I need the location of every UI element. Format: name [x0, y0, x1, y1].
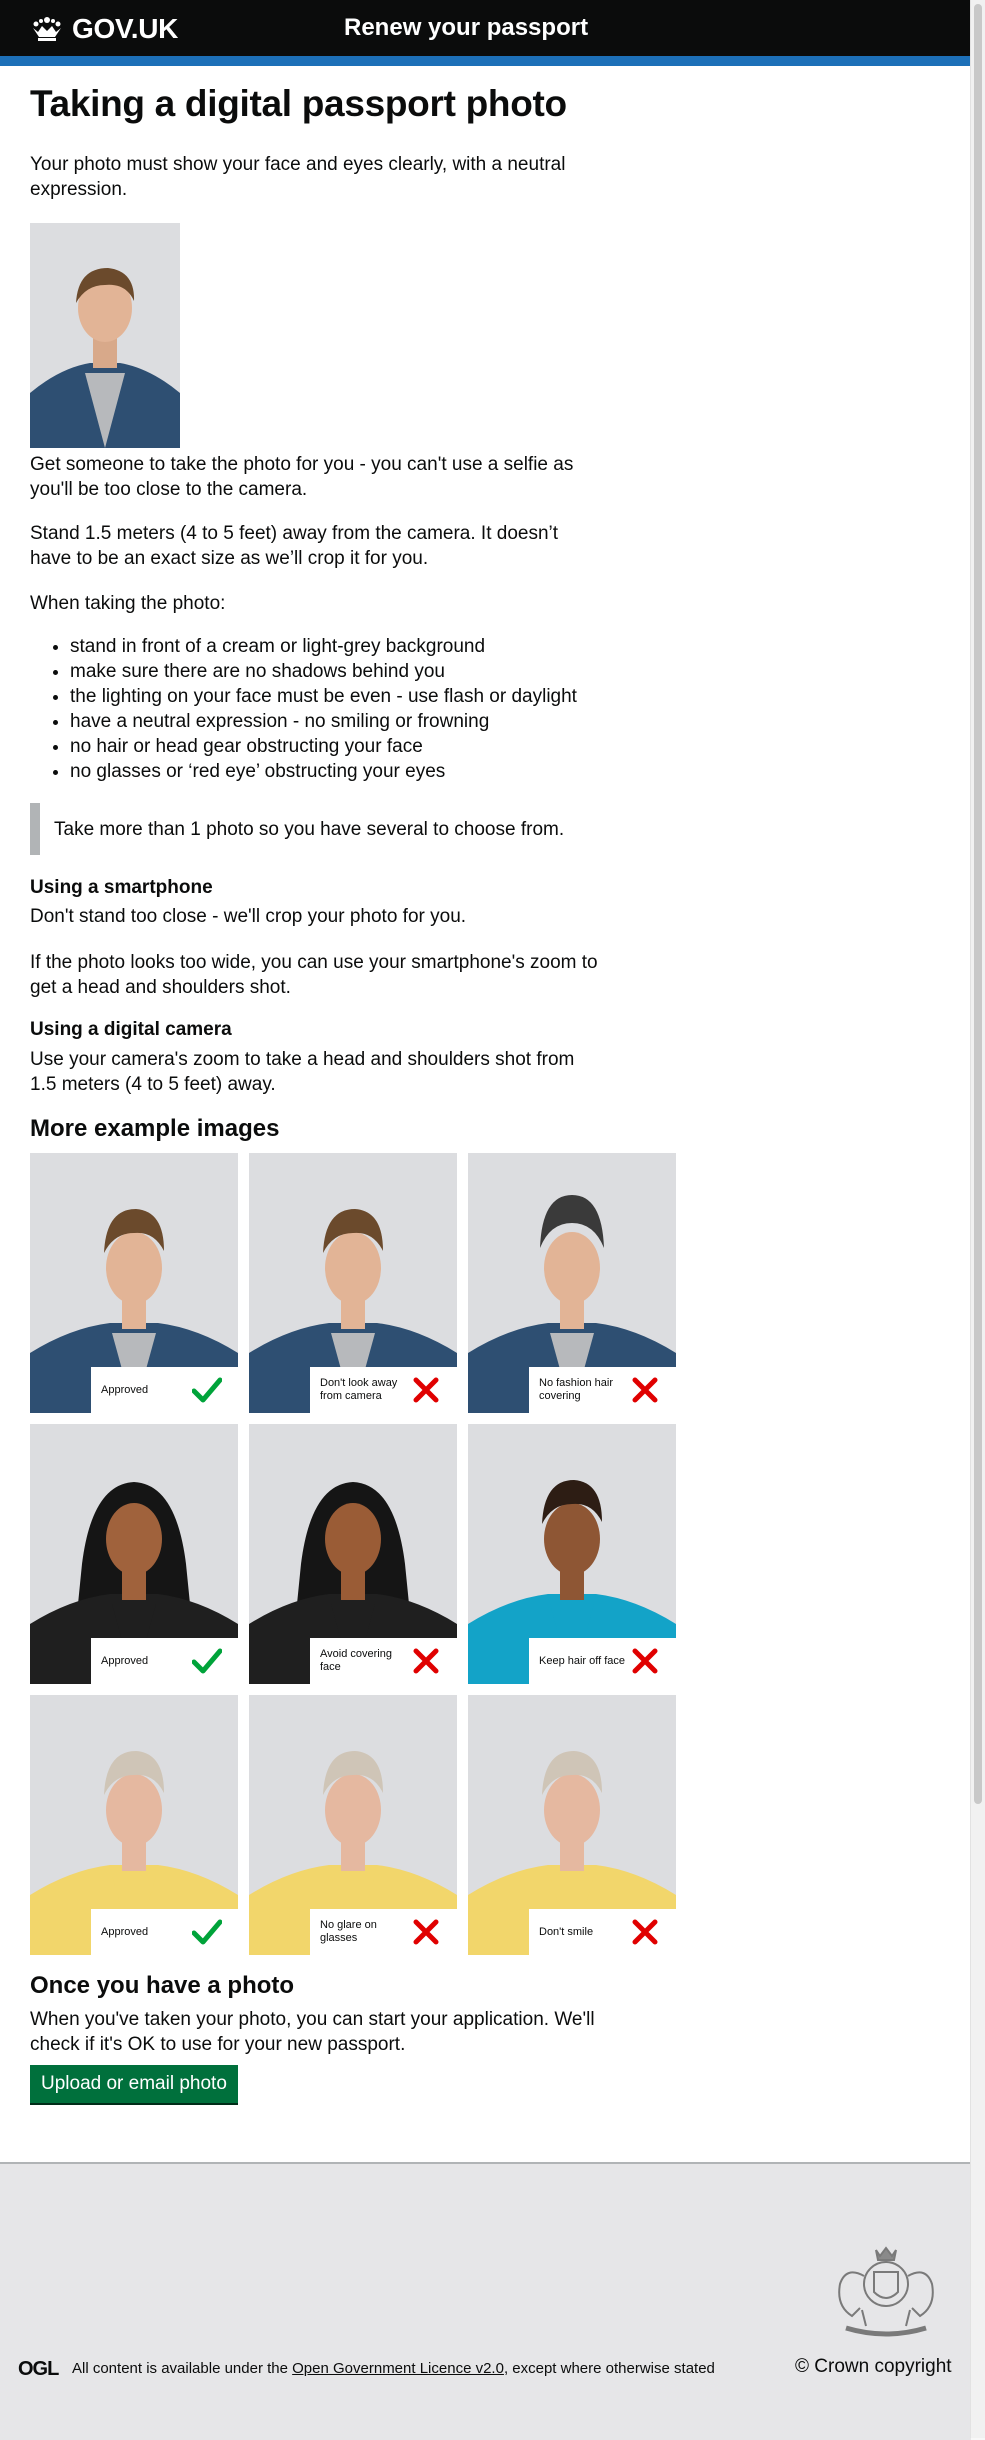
list-item: stand in front of a cream or light-grey …	[70, 634, 630, 659]
selfie-text: Get someone to take the photo for you - …	[30, 454, 574, 500]
royal-coat-of-arms-icon	[838, 2246, 934, 2337]
service-name[interactable]: Renew your passport	[344, 14, 588, 42]
licence-prefix: All content is available under the	[72, 2360, 293, 2377]
example-image-tile: Approved	[30, 1424, 238, 1684]
page-title: Taking a digital passport photo	[30, 83, 567, 124]
example-caption: Don't smile	[529, 1909, 676, 1955]
example-caption-text: Approved	[101, 1383, 149, 1396]
list-item: make sure there are no shadows behind yo…	[70, 659, 630, 684]
list-item: have a neutral expression - no smiling o…	[70, 709, 630, 734]
licence-suffix: , except where otherwise stated	[503, 2360, 715, 2377]
example-image-tile: Approved	[30, 1695, 238, 1955]
list-item: no glasses or ‘red eye’ obstructing your…	[70, 759, 630, 784]
example-caption: Approved	[91, 1638, 238, 1684]
example-caption-text: Avoid covering face	[320, 1648, 392, 1673]
example-caption: Approved	[91, 1909, 238, 1955]
example-image-tile: Approved	[30, 1153, 238, 1413]
example-caption-text: Approved	[101, 1925, 149, 1938]
page: GOV.UK Renew your passport Taking a digi…	[0, 0, 971, 2440]
approved-tick-icon	[192, 1648, 222, 1674]
licence-text: All content is available under the Open …	[72, 2360, 715, 2377]
camera-text: Use your camera's zoom to take a head an…	[30, 1049, 575, 1095]
licence-link[interactable]: Open Government Licence v2.0	[292, 2360, 504, 2377]
once-text: When you've taken your photo, you can st…	[30, 2009, 595, 2055]
camera-heading: Using a digital camera	[30, 1019, 232, 1040]
govuk-footer: OGL All content is available under the O…	[0, 2162, 971, 2440]
list-item: the lighting on your face must be even -…	[70, 684, 630, 709]
smartphone-text-2: If the photo looks too wide, you can use…	[30, 952, 598, 998]
once-heading: Once you have a photo	[30, 1972, 295, 1999]
example-caption-text: Keep hair off face	[539, 1654, 626, 1667]
intro-text: Your photo must show your face and eyes …	[30, 154, 566, 200]
crown-copyright[interactable]: © Crown copyright	[795, 2356, 952, 2378]
example-caption-text: Don't smile	[539, 1925, 594, 1938]
distance-text: Stand 1.5 meters (4 to 5 feet) away from…	[30, 523, 559, 569]
example-caption-text: No fashion hair covering	[539, 1377, 613, 1402]
logo-text: GOV.UK	[72, 13, 179, 44]
example-caption-text: No glare on glasses	[320, 1919, 377, 1944]
example-image-tile: No fashion hair covering	[468, 1153, 676, 1413]
example-image-tile: Avoid covering face	[249, 1424, 457, 1684]
example-caption: Don't look away from camera	[310, 1367, 457, 1413]
list-item: no hair or head gear obstructing your fa…	[70, 734, 630, 759]
rejected-cross-icon	[413, 1919, 439, 1945]
examples-heading: More example images	[30, 1115, 280, 1142]
example-image-tile: Don't smile	[468, 1695, 676, 1955]
example-image-tile: No glare on glasses	[249, 1695, 457, 1955]
rejected-cross-icon	[632, 1919, 658, 1945]
approved-tick-icon	[192, 1919, 222, 1945]
header-blue-bar	[0, 56, 971, 66]
example-caption: Keep hair off face	[529, 1638, 676, 1684]
example-image-tile: Don't look away from camera	[249, 1153, 457, 1413]
govuk-logo[interactable]: GOV.UK	[30, 13, 178, 45]
govuk-header: GOV.UK Renew your passport	[0, 0, 971, 56]
example-caption-text: Don't look away from camera	[320, 1377, 398, 1402]
inset-text-content: Take more than 1 photo so you have sever…	[54, 819, 565, 840]
example-photo-main	[30, 223, 180, 448]
smartphone-heading: Using a smartphone	[30, 877, 213, 898]
example-caption: Avoid covering face	[310, 1638, 457, 1684]
example-caption: Approved	[91, 1367, 238, 1413]
rejected-cross-icon	[413, 1377, 439, 1403]
when-taking-text: When taking the photo:	[30, 593, 226, 614]
rejected-cross-icon	[632, 1377, 658, 1403]
crown-icon	[33, 17, 61, 41]
rejected-cross-icon	[413, 1648, 439, 1674]
upload-email-photo-button[interactable]: Upload or email photo	[30, 2065, 238, 2103]
scrollbar-thumb[interactable]	[974, 4, 982, 1804]
scrollbar[interactable]	[970, 0, 985, 2438]
rejected-cross-icon	[632, 1648, 658, 1674]
example-caption: No glare on glasses	[310, 1909, 457, 1955]
photo-rules-list: stand in front of a cream or light-grey …	[30, 634, 630, 784]
example-caption-text: Approved	[101, 1654, 149, 1667]
smartphone-text-1: Don't stand too close - we'll crop your …	[30, 906, 467, 927]
ogl-logo: OGL	[18, 2358, 59, 2380]
example-image-tile: Keep hair off face	[468, 1424, 676, 1684]
example-caption: No fashion hair covering	[529, 1367, 676, 1413]
inset-text: Take more than 1 photo so you have sever…	[30, 803, 620, 855]
approved-tick-icon	[192, 1377, 222, 1403]
